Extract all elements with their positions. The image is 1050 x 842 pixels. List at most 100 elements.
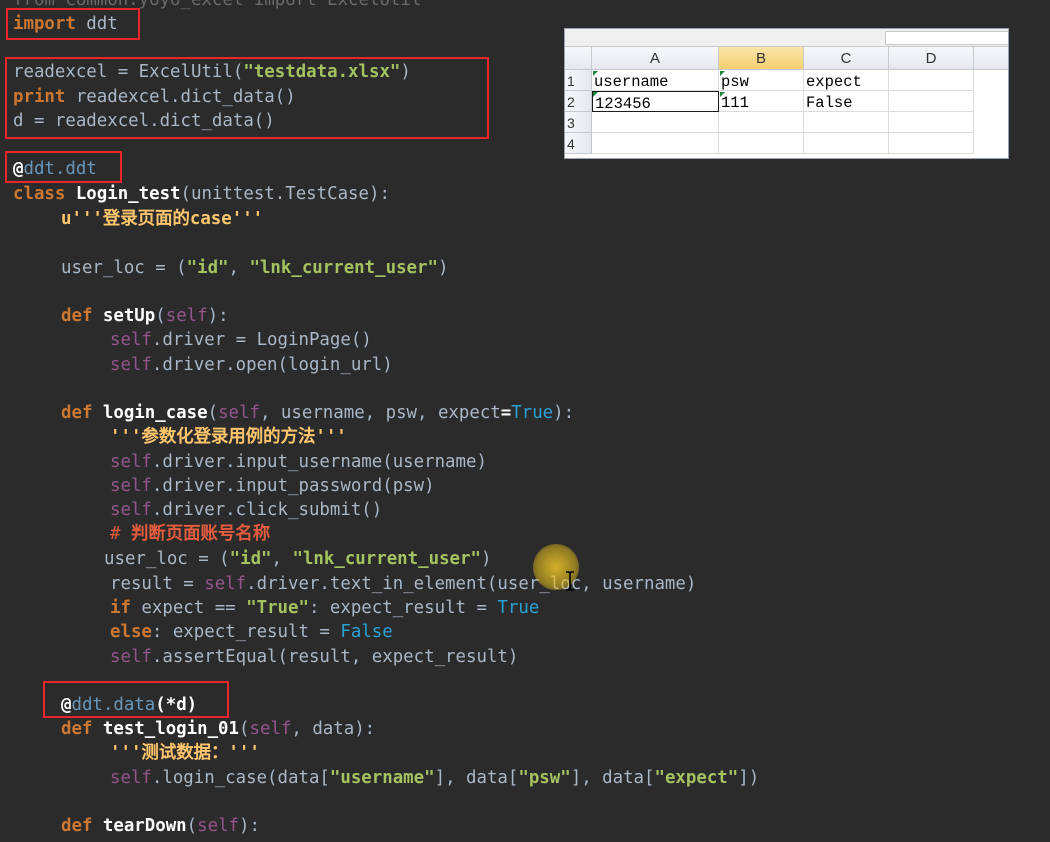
select-all-corner[interactable]	[565, 47, 592, 70]
code-line-import-ddt: import ddt	[13, 12, 118, 36]
code-line-d-assign: d = readexcel.dict_data()	[13, 109, 275, 133]
docstring: '''	[110, 427, 142, 447]
cell-b3[interactable]	[719, 112, 804, 133]
self-keyword: self	[165, 306, 208, 326]
code-line-def-test-login: def test_login_01(self, data):	[61, 717, 375, 741]
docstring: '''	[228, 743, 260, 763]
code-line-readexcel: readexcel = ExcelUtil("testdata.xlsx")	[13, 60, 411, 84]
code-line-else: else: expect_result = False	[110, 620, 393, 644]
docstring: '''	[315, 427, 347, 447]
true-constant: True	[497, 598, 540, 618]
code-text: , data):	[291, 719, 376, 739]
code-line-result: result = self.driver.text_in_element(use…	[110, 572, 696, 596]
column-header-a[interactable]: A	[592, 47, 719, 70]
row-header-1[interactable]: 1	[565, 70, 592, 91]
code-line-decorator-ddt: @ddt.ddt	[13, 157, 97, 181]
code-text: .driver.open(login_url)	[151, 355, 393, 375]
column-header-d[interactable]: D	[889, 47, 974, 70]
self-keyword: self	[110, 500, 152, 520]
docstring: u'''	[61, 209, 103, 229]
keyword: if	[110, 598, 131, 618]
cell-c3[interactable]	[804, 112, 889, 133]
code-line-def-setup: def setUp(self):	[61, 304, 229, 328]
code-text: .assertEqual(result, expect_result)	[151, 647, 519, 667]
formula-input[interactable]	[885, 31, 1008, 45]
string-literal: "psw"	[518, 768, 571, 788]
row-header-3[interactable]: 3	[565, 112, 592, 133]
cell-b1[interactable]: psw	[719, 70, 804, 91]
code-text: ,	[271, 549, 293, 569]
code-text: ):	[553, 403, 575, 423]
row-header-2[interactable]: 2	[565, 91, 592, 112]
code-line-user-loc: user_loc = ("id", "lnk_current_user")	[61, 256, 448, 280]
string-literal: "testdata.xlsx"	[243, 62, 401, 82]
code-line-driver-open: self.driver.open(login_url)	[110, 353, 393, 377]
column-header-b[interactable]: B	[719, 47, 804, 70]
text-number-indicator-icon	[593, 71, 598, 76]
code-line-def-login-case: def login_case(self, username, psw, expe…	[61, 401, 574, 425]
cell-a4[interactable]	[592, 133, 719, 154]
code-text: readexcel = ExcelUtil(	[13, 62, 244, 82]
string-literal: "True"	[246, 598, 309, 618]
code-line-login-doc: '''参数化登录用例的方法'''	[110, 425, 347, 449]
cell-d1[interactable]	[889, 70, 974, 91]
code-line-assert: self.assertEqual(result, expect_result)	[110, 645, 518, 669]
docstring: 参数化登录用例的方法	[141, 427, 316, 447]
comment: 判断页面账号名称	[130, 524, 271, 544]
code-text: from common.yoyo_excel import ExcelUtil	[13, 0, 422, 10]
keyword: def	[61, 816, 103, 836]
code-text: ddt	[75, 14, 118, 34]
docstring: 登录页面的	[102, 209, 190, 229]
cell-a1[interactable]: username	[592, 70, 719, 91]
code-text: (	[186, 816, 198, 836]
decorator-name: ddt.ddt	[23, 159, 97, 179]
function-name: login_case	[102, 403, 208, 423]
code-text: , username, psw, expect	[259, 403, 501, 423]
true-constant: True	[511, 403, 554, 423]
code-text: .driver.text_in_element(user_loc, userna…	[246, 574, 697, 594]
text-cursor-icon	[566, 571, 574, 591]
keyword: print	[13, 87, 66, 107]
cell-c4[interactable]	[804, 133, 889, 154]
cell-d4[interactable]	[889, 133, 974, 154]
decorator-name: ddt.data	[71, 695, 156, 715]
self-keyword: self	[110, 330, 152, 350]
code-text: readexcel.dict_data()	[65, 87, 296, 107]
row-header-4[interactable]: 4	[565, 133, 592, 154]
code-text: ,	[228, 258, 250, 278]
string-literal: "username"	[329, 768, 435, 788]
at-sign: @	[13, 159, 24, 179]
code-text: )	[437, 258, 449, 278]
code-text: result =	[110, 574, 205, 594]
code-line-decorator-data: @ddt.data(*d)	[61, 693, 197, 717]
cell-c2[interactable]: False	[804, 91, 889, 112]
docstring: 测试数据：	[141, 743, 229, 763]
function-name: tearDown	[102, 816, 187, 836]
cell-a3[interactable]	[592, 112, 719, 133]
at-sign: @	[61, 695, 72, 715]
column-header-e[interactable]	[974, 47, 1008, 70]
column-header-c[interactable]: C	[804, 47, 889, 70]
keyword: def	[61, 719, 103, 739]
cell-d2[interactable]	[889, 91, 974, 112]
cell-d3[interactable]	[889, 112, 974, 133]
formula-bar	[565, 29, 1008, 47]
code-line-login-case-call: self.login_case(data["username"], data["…	[110, 766, 759, 790]
code-text: : expect_result =	[151, 622, 341, 642]
string-literal: "lnk_current_user"	[292, 549, 481, 569]
string-literal: "id"	[186, 258, 229, 278]
code-text: ):	[239, 816, 260, 836]
cell-b2[interactable]: 111	[719, 91, 804, 112]
self-keyword: self	[110, 452, 152, 472]
docstring: '''	[110, 743, 142, 763]
code-text: )	[480, 549, 492, 569]
cell-b4[interactable]	[719, 133, 804, 154]
text-number-indicator-icon	[720, 71, 725, 76]
code-text: (unittest.TestCase):	[180, 184, 390, 204]
keyword: def	[61, 403, 103, 423]
cell-a2[interactable]: 123456	[592, 91, 719, 112]
code-text: .login_case(data[	[151, 768, 330, 788]
code-text: user_loc = (	[104, 549, 230, 569]
code-text: ):	[207, 306, 229, 326]
cell-c1[interactable]: expect	[804, 70, 889, 91]
